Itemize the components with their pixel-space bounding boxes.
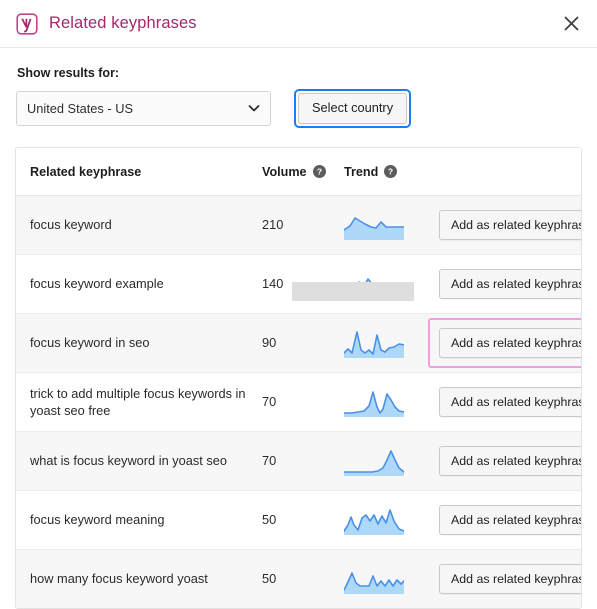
add-as-related-keyphrase-button[interactable]: Add as related keyphrase	[439, 445, 581, 476]
cell-action: Add as related keyphrase	[428, 431, 581, 491]
cell-trend	[344, 313, 428, 373]
cell-volume: 50	[262, 490, 344, 550]
add-as-related-keyphrase-button[interactable]: Add as related keyphrase	[439, 504, 581, 535]
cell-trend	[344, 195, 428, 255]
add-keyphrase-wrapper: Add as related keyphrase	[428, 200, 581, 250]
related-keyphrases-table: Related keyphrase Volume ? Trend ? focus…	[15, 146, 582, 609]
page-title: Related keyphrases	[49, 14, 197, 32]
trend-sparkline	[344, 449, 404, 476]
cell-volume: 90	[262, 313, 344, 373]
yoast-logo-icon	[16, 12, 38, 35]
cell-trend	[344, 490, 428, 550]
table-row: focus keyword in seo 90 Add as related key…	[16, 313, 581, 373]
add-keyphrase-wrapper: Add as related keyphrase	[428, 495, 581, 545]
cell-keyphrase: trick to add multiple focus keywords in …	[16, 372, 262, 432]
table-row: how many focus keyword yoast 50 Add as rel…	[16, 549, 581, 608]
table-row: focus keyword meaning 50 Add as related ke…	[16, 490, 581, 550]
help-circle-icon[interactable]: ?	[312, 165, 326, 179]
svg-text:?: ?	[388, 167, 393, 177]
country-select[interactable]: United States - US	[16, 90, 271, 126]
cell-trend	[344, 372, 428, 432]
trend-sparkline	[344, 216, 404, 240]
trend-sparkline	[344, 571, 404, 594]
cell-action: Add as related keyphrase	[428, 254, 581, 314]
cell-keyphrase: focus keyword meaning	[16, 490, 262, 550]
add-keyphrase-wrapper: Add as related keyphrase	[428, 259, 581, 309]
close-icon[interactable]	[555, 7, 587, 39]
trend-sparkline	[344, 508, 404, 535]
column-header-volume-label: Volume	[262, 164, 307, 179]
add-keyphrase-wrapper: Add as related keyphrase	[428, 377, 581, 427]
modal-header: Related keyphrases	[0, 0, 597, 47]
cell-trend	[344, 431, 428, 491]
svg-text:?: ?	[316, 167, 321, 177]
table-row: what is focus keyword in yoast seo 70 Add …	[16, 431, 581, 491]
cell-action: Add as related keyphrase	[428, 313, 581, 373]
table-row: focus keyword 210 Add as related keyphrase	[16, 195, 581, 255]
add-as-related-keyphrase-button[interactable]: Add as related keyphrase	[439, 209, 581, 240]
cell-keyphrase: focus keyword	[16, 195, 262, 255]
cell-keyphrase: how many focus keyword yoast	[16, 549, 262, 608]
cell-volume: 210	[262, 195, 344, 255]
country-select-value: United States - US	[27, 100, 133, 116]
select-country-focus-ring: Select country	[294, 89, 412, 128]
cell-keyphrase: what is focus keyword in yoast seo	[16, 431, 262, 491]
trend-sparkline	[344, 330, 404, 358]
column-header-volume: Volume ?	[262, 147, 344, 196]
table-row: focus keyword example 140 Add as related k…	[16, 254, 581, 314]
cell-keyphrase: focus keyword in seo	[16, 313, 262, 373]
cell-action: Add as related keyphrase	[428, 195, 581, 255]
cell-action: Add as related keyphrase	[428, 549, 581, 608]
trend-sparkline	[344, 390, 404, 417]
add-keyphrase-wrapper: Add as related keyphrase	[428, 554, 581, 604]
add-as-related-keyphrase-button[interactable]: Add as related keyphrase	[439, 386, 581, 417]
add-as-related-keyphrase-button[interactable]: Add as related keyphrase	[439, 563, 581, 594]
column-header-keyphrase: Related keyphrase	[16, 147, 262, 196]
chevron-down-icon	[247, 101, 261, 115]
show-results-label: Show results for:	[17, 66, 120, 80]
column-header-trend: Trend ?	[344, 147, 428, 196]
add-as-related-keyphrase-button[interactable]: Add as related keyphrase	[439, 327, 581, 358]
cell-trend	[292, 254, 428, 314]
cell-volume: 70	[262, 431, 344, 491]
table-body: focus keyword 210 Add as related keyphrase…	[16, 195, 581, 608]
cell-volume: 70	[262, 372, 344, 432]
add-keyphrase-highlight: Add as related keyphrase	[428, 317, 581, 368]
column-header-keyphrase-label: Related keyphrase	[30, 164, 142, 179]
cell-action: Add as related keyphrase	[428, 372, 581, 432]
cell-keyphrase: focus keyword example	[16, 254, 262, 314]
help-circle-icon[interactable]: ?	[384, 165, 398, 179]
cell-action: Add as related keyphrase	[428, 490, 581, 550]
select-country-button[interactable]: Select country	[298, 93, 408, 124]
column-header-trend-label: Trend	[344, 164, 379, 179]
controls-row: United States - US Select country	[16, 89, 581, 128]
add-keyphrase-wrapper: Add as related keyphrase	[428, 436, 581, 486]
table-header-row: Related keyphrase Volume ? Trend ?	[16, 147, 581, 196]
loading-placeholder	[292, 281, 414, 301]
table-row: trick to add multiple focus keywords in …	[16, 372, 581, 432]
cell-trend	[344, 549, 428, 608]
cell-volume: 50	[262, 549, 344, 608]
add-as-related-keyphrase-button[interactable]: Add as related keyphrase	[439, 268, 581, 299]
column-header-actions	[428, 147, 581, 196]
controls-section: Show results for: United States - US Sel…	[0, 48, 597, 128]
